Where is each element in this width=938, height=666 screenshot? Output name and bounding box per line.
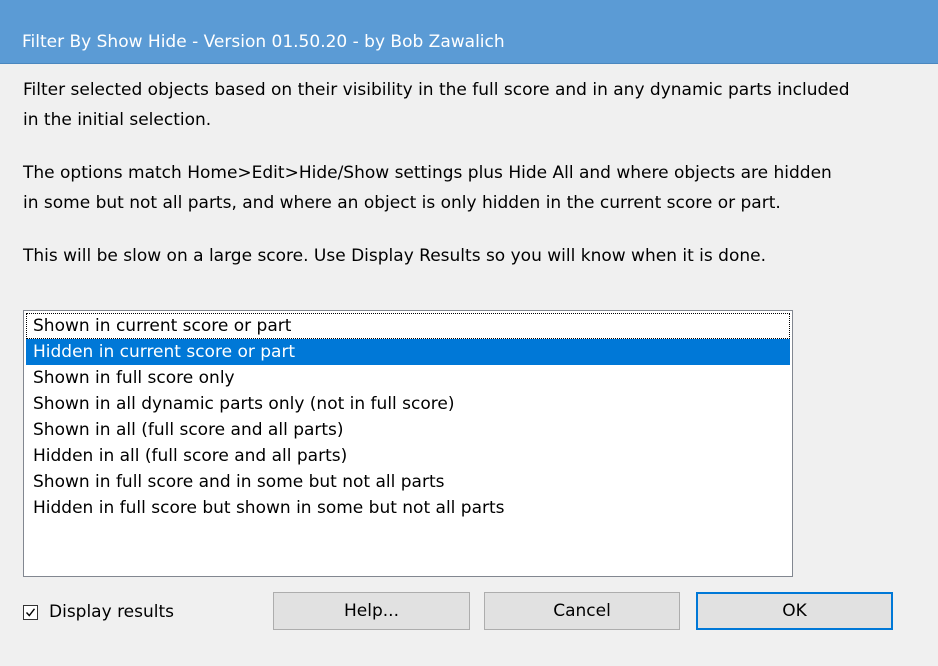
description-paragraph-3: This will be slow on a large score. Use … bbox=[23, 241, 766, 271]
filter-dialog: Filter By Show Hide - Version 01.50.20 -… bbox=[0, 0, 938, 666]
list-item-hidden-full-shown-some-parts[interactable]: Hidden in full score but shown in some b… bbox=[26, 495, 790, 521]
help-button[interactable]: Help... bbox=[273, 592, 470, 630]
list-item-shown-current[interactable]: Shown in current score or part bbox=[26, 313, 790, 339]
list-item-shown-full-some-parts[interactable]: Shown in full score and in some but not … bbox=[26, 469, 790, 495]
window-title: Filter By Show Hide - Version 01.50.20 -… bbox=[22, 32, 505, 52]
display-results-checkbox[interactable]: Display results bbox=[23, 601, 174, 623]
ok-button[interactable]: OK bbox=[696, 592, 893, 630]
list-item-shown-full-score-only[interactable]: Shown in full score only bbox=[26, 365, 790, 391]
cancel-button[interactable]: Cancel bbox=[484, 592, 680, 630]
description-line: Filter selected objects based on their v… bbox=[23, 80, 850, 100]
description-line: in the initial selection. bbox=[23, 110, 212, 130]
list-item-shown-dynamic-parts-only[interactable]: Shown in all dynamic parts only (not in … bbox=[26, 391, 790, 417]
description-line: This will be slow on a large score. Use … bbox=[23, 246, 766, 266]
title-bar[interactable]: Filter By Show Hide - Version 01.50.20 -… bbox=[0, 0, 938, 64]
filter-options-listbox[interactable]: Shown in current score or part Hidden in… bbox=[23, 310, 793, 577]
list-item-shown-in-all[interactable]: Shown in all (full score and all parts) bbox=[26, 417, 790, 443]
display-results-label: Display results bbox=[49, 602, 175, 622]
description-paragraph-1: Filter selected objects based on their v… bbox=[23, 75, 850, 135]
list-item-hidden-current[interactable]: Hidden in current score or part bbox=[26, 339, 790, 365]
description-line: The options match Home>Edit>Hide/Show se… bbox=[23, 163, 832, 183]
description-paragraph-2: The options match Home>Edit>Hide/Show se… bbox=[23, 158, 832, 218]
list-item-hidden-in-all[interactable]: Hidden in all (full score and all parts) bbox=[26, 443, 790, 469]
description-line: in some but not all parts, and where an … bbox=[23, 193, 781, 213]
checkbox-checked-icon[interactable] bbox=[23, 604, 38, 620]
